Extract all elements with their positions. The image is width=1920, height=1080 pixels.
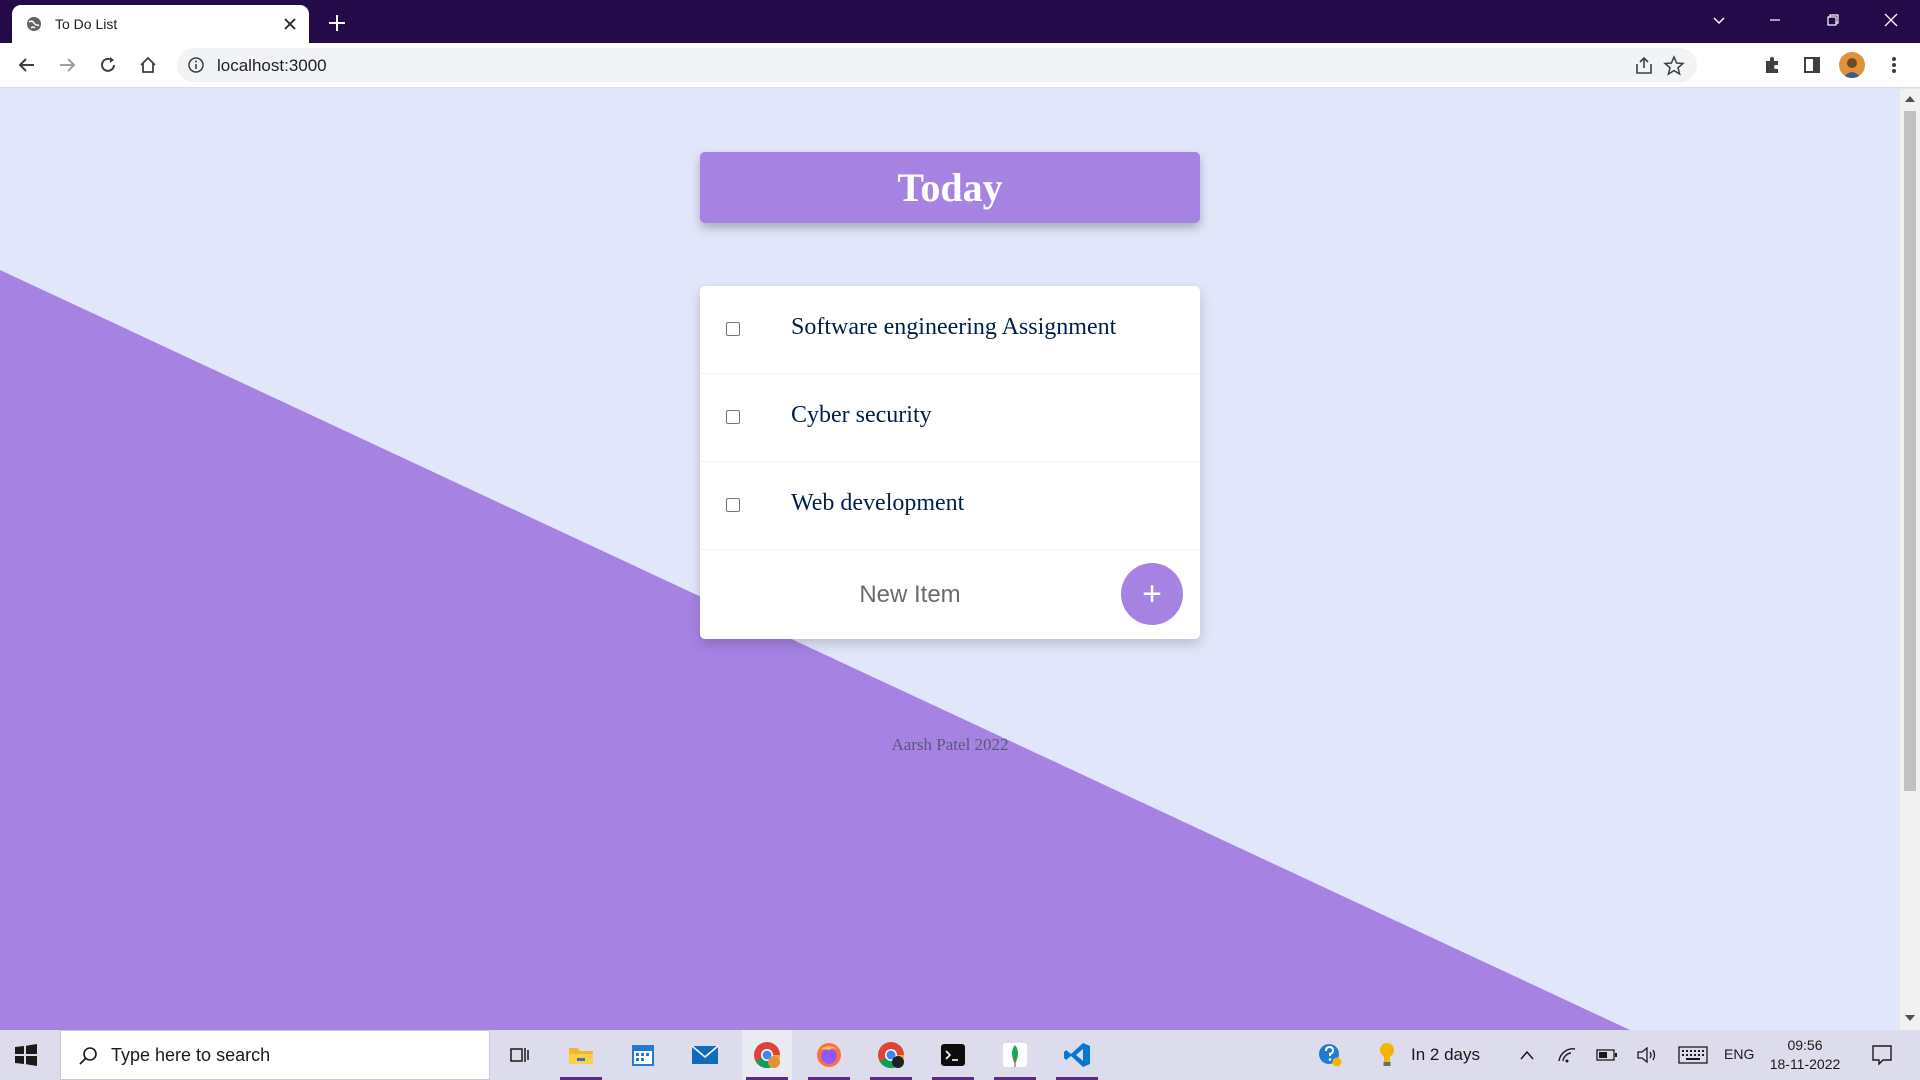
home-icon[interactable] bbox=[136, 53, 160, 77]
help-icon[interactable] bbox=[1312, 1030, 1348, 1080]
add-item-button[interactable]: + bbox=[1121, 563, 1183, 625]
reload-icon[interactable] bbox=[96, 53, 120, 77]
list-item: Software engineering Assignment bbox=[700, 286, 1200, 374]
scroll-thumb[interactable] bbox=[1904, 111, 1916, 791]
list-item: Web development bbox=[700, 462, 1200, 550]
tab-search-icon[interactable] bbox=[1690, 0, 1748, 40]
battery-icon[interactable] bbox=[1592, 1030, 1622, 1080]
new-tab-icon[interactable] bbox=[324, 10, 350, 36]
file-explorer-icon[interactable] bbox=[556, 1030, 606, 1080]
browser-tab[interactable]: To Do List bbox=[12, 5, 309, 43]
weather-notification-text[interactable]: In 2 days bbox=[1411, 1045, 1480, 1065]
update-bulb-icon[interactable] bbox=[1372, 1030, 1402, 1080]
address-bar[interactable]: localhost:3000 bbox=[177, 48, 1697, 82]
item-label: Software engineering Assignment bbox=[791, 314, 1117, 340]
clock-date: 18-11-2022 bbox=[1769, 1056, 1841, 1072]
page-title: Today bbox=[897, 165, 1003, 210]
keyboard-icon[interactable] bbox=[1675, 1030, 1711, 1080]
language-indicator[interactable]: ENG bbox=[1724, 1046, 1754, 1062]
heading-box: Today bbox=[700, 152, 1200, 223]
vscode-icon[interactable] bbox=[1052, 1030, 1102, 1080]
restore-icon[interactable] bbox=[1804, 0, 1862, 40]
profile-avatar[interactable] bbox=[1839, 52, 1865, 78]
chrome-icon[interactable] bbox=[742, 1030, 792, 1080]
item-label: Cyber security bbox=[791, 402, 932, 428]
browser-toolbar: localhost:3000 bbox=[0, 43, 1920, 88]
notification-center-icon[interactable] bbox=[1864, 1030, 1900, 1080]
back-arrow-icon[interactable] bbox=[15, 53, 39, 77]
firefox-icon[interactable] bbox=[804, 1030, 854, 1080]
clock-time: 09:56 bbox=[1787, 1037, 1823, 1053]
footer-copyright: Aarsh Patel 2022 bbox=[891, 735, 1009, 754]
close-tab-icon[interactable] bbox=[280, 14, 300, 34]
globe-icon bbox=[27, 17, 41, 31]
bookmark-star-icon[interactable] bbox=[1663, 55, 1685, 77]
side-panel-icon[interactable] bbox=[1800, 53, 1824, 77]
scroll-up-arrow-icon[interactable] bbox=[1905, 96, 1915, 102]
url-text: localhost:3000 bbox=[217, 56, 327, 75]
list-item: Cyber security bbox=[700, 374, 1200, 462]
search-icon bbox=[79, 1047, 97, 1065]
new-item-input[interactable] bbox=[760, 580, 1060, 610]
search-placeholder: Type here to search bbox=[111, 1045, 271, 1065]
info-icon[interactable] bbox=[187, 56, 205, 74]
scroll-down-arrow-icon[interactable] bbox=[1905, 1015, 1915, 1021]
terminal-icon[interactable] bbox=[928, 1030, 978, 1080]
volume-icon[interactable] bbox=[1632, 1030, 1662, 1080]
mongodb-compass-icon[interactable] bbox=[990, 1030, 1040, 1080]
close-window-icon[interactable] bbox=[1862, 0, 1920, 40]
system-clock[interactable]: 09:56 18-11-2022 bbox=[1765, 1036, 1845, 1074]
todo-list: Software engineering Assignment Cyber se… bbox=[700, 286, 1200, 639]
browser-title-bar: To Do List bbox=[0, 0, 1920, 43]
item-checkbox[interactable] bbox=[726, 498, 740, 512]
calendar-icon[interactable] bbox=[618, 1030, 668, 1080]
item-checkbox[interactable] bbox=[726, 410, 740, 424]
wifi-icon[interactable] bbox=[1552, 1030, 1582, 1080]
chrome-profile-icon[interactable] bbox=[866, 1030, 916, 1080]
windows-taskbar: Type here to search In 2 days ENG 09:56 … bbox=[0, 1030, 1920, 1080]
item-label: Web development bbox=[791, 490, 965, 516]
minimize-icon[interactable] bbox=[1746, 0, 1804, 40]
item-checkbox[interactable] bbox=[726, 322, 740, 336]
extensions-puzzle-icon[interactable] bbox=[1760, 53, 1784, 77]
page-scrollbar[interactable] bbox=[1900, 89, 1920, 1030]
mail-icon[interactable] bbox=[680, 1030, 730, 1080]
windows-start-icon[interactable] bbox=[14, 1043, 38, 1067]
new-item-form: + bbox=[700, 550, 1200, 639]
chevron-up-icon[interactable] bbox=[1512, 1030, 1542, 1080]
taskbar-search[interactable]: Type here to search bbox=[60, 1030, 490, 1080]
page-viewport: Today Software engineering Assignment Cy… bbox=[0, 89, 1900, 1030]
forward-arrow-icon[interactable] bbox=[55, 53, 79, 77]
more-menu-icon[interactable] bbox=[1882, 53, 1906, 77]
task-view-icon[interactable] bbox=[494, 1030, 544, 1080]
share-icon[interactable] bbox=[1633, 55, 1655, 77]
tab-title: To Do List bbox=[55, 16, 118, 32]
